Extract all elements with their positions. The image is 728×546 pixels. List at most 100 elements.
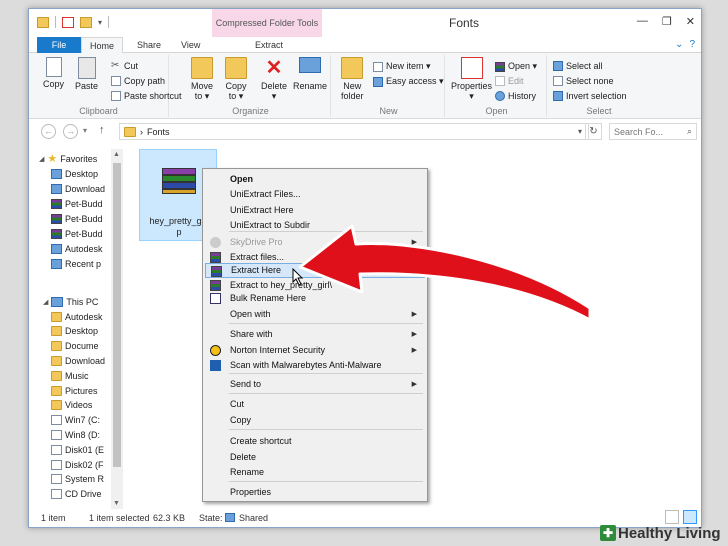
new-item-button[interactable]: New item ▾	[373, 61, 431, 72]
nav-pc-item[interactable]: System R	[51, 472, 104, 487]
maximize-button[interactable]: ❐	[662, 15, 672, 28]
nav-scrollbar[interactable]: ▲ ▼	[111, 149, 123, 509]
menu-item-norton-internet-security[interactable]: Norton Internet Security ▶	[205, 343, 425, 358]
close-button[interactable]: ✕	[686, 15, 695, 28]
nav-pc-item[interactable]: Win8 (D:	[51, 427, 100, 442]
collapse-icon[interactable]: ◢	[43, 298, 48, 306]
properties-icon[interactable]	[62, 16, 74, 28]
properties-button[interactable]: Properties ▾	[451, 57, 492, 101]
nav-pc-item[interactable]: Disk02 (F	[51, 457, 104, 472]
new-folder-button[interactable]: New folder	[341, 57, 364, 101]
nav-pc-item[interactable]: Music	[51, 368, 89, 383]
compressed-folder-tools-tab: Compressed Folder Tools	[212, 9, 322, 37]
address-dropdown-icon[interactable]: ▾	[578, 127, 582, 136]
menu-item-create-shortcut[interactable]: Create shortcut	[205, 434, 425, 449]
help-icon[interactable]: ?	[689, 39, 695, 50]
history-button[interactable]: History	[495, 91, 536, 101]
open-group: Properties ▾ Open ▾ Edit History Open	[447, 55, 547, 117]
nav-fav-item[interactable]: Recent p	[51, 256, 101, 271]
menu-item-properties[interactable]: Properties	[205, 485, 425, 500]
scroll-thumb[interactable]	[113, 163, 121, 467]
tab-home[interactable]: Home	[81, 37, 124, 54]
forward-button[interactable]: →	[63, 124, 78, 139]
nav-pc-item[interactable]: Disk01 (E	[51, 442, 104, 457]
nav-fav-item[interactable]: Pet-Budd	[51, 196, 103, 211]
nav-fav-item[interactable]: Desktop	[51, 166, 98, 181]
menu-item-open-with[interactable]: Open with ▶	[205, 307, 425, 322]
nav-pc-item[interactable]: Pictures	[51, 383, 98, 398]
customize-qat-icon[interactable]: ▾	[98, 18, 102, 27]
expand-ribbon-icon[interactable]: ⌄	[675, 39, 683, 50]
menu-item-open[interactable]: Open	[205, 172, 425, 187]
menu-item-extract-here[interactable]: Extract Here	[205, 263, 425, 278]
collapse-icon[interactable]: ◢	[39, 155, 44, 163]
up-button[interactable]: ↑	[99, 124, 105, 136]
nav-pc-item[interactable]: Autodesk	[51, 309, 103, 324]
delete-button[interactable]: ✕ Delete ▾	[261, 57, 287, 101]
quick-access-toolbar: ▾	[37, 16, 110, 28]
nav-pc-item[interactable]: Win7 (C:	[51, 413, 100, 428]
menu-item-share-with[interactable]: Share with ▶	[205, 327, 425, 342]
tab-file[interactable]: File	[37, 37, 81, 53]
recent-locations-button[interactable]: ▾	[83, 126, 87, 135]
menu-item-bulk-rename-here[interactable]: Bulk Rename Here	[205, 291, 425, 306]
nav-fav-item[interactable]: Pet-Budd	[51, 211, 103, 226]
nav-fav-item[interactable]: Autodesk	[51, 241, 103, 256]
nav-favorites[interactable]: ◢ ★ Favorites	[39, 151, 97, 166]
nav-pc-item[interactable]: Videos	[51, 398, 92, 413]
menu-item-copy[interactable]: Copy	[205, 413, 425, 428]
copy-button[interactable]: Copy	[43, 57, 64, 89]
tab-view[interactable]: View	[173, 37, 208, 53]
scroll-down-icon[interactable]: ▼	[113, 500, 120, 507]
paste-shortcut-icon	[111, 91, 121, 101]
easy-access-button[interactable]: Easy access ▾	[373, 76, 444, 87]
rar-icon	[210, 280, 221, 291]
nav-pc-item[interactable]: Desktop	[51, 324, 98, 339]
tab-share[interactable]: Share	[129, 37, 169, 53]
new-folder-icon[interactable]	[80, 16, 92, 28]
menu-item-skydrive-pro[interactable]: SkyDrive Pro ▶	[205, 235, 425, 250]
edit-button[interactable]: Edit	[495, 76, 524, 86]
invert-selection-button[interactable]: Invert selection	[553, 91, 627, 101]
folder-icon	[51, 183, 62, 194]
menu-item-uniextract-here[interactable]: UniExtract Here	[205, 203, 425, 218]
folder-icon	[51, 168, 62, 179]
nav-this-pc[interactable]: ◢ This PC	[43, 294, 98, 309]
menu-item-cut[interactable]: Cut	[205, 397, 425, 412]
healthy-living-watermark: ✚ Healthy Living	[600, 520, 728, 546]
search-input[interactable]: Search Fo... ⌕	[609, 123, 697, 140]
minimize-button[interactable]: —	[637, 15, 648, 28]
nav-pc-item[interactable]: Docume	[51, 339, 99, 354]
address-bar[interactable]: › Fonts ▾	[119, 123, 589, 140]
menu-item-uniextract-files[interactable]: UniExtract Files...	[205, 187, 425, 202]
copy-to-button[interactable]: Copy to ▾	[225, 57, 247, 101]
tab-extract[interactable]: Extract	[247, 37, 291, 53]
nav-fav-item[interactable]: Download	[51, 181, 105, 196]
folder-icon	[37, 16, 49, 28]
nav-pc-item[interactable]: Download	[51, 353, 105, 368]
rename-button[interactable]: Rename	[293, 57, 327, 91]
scroll-up-icon[interactable]: ▲	[113, 151, 120, 158]
breadcrumb-fonts[interactable]: Fonts	[147, 127, 170, 137]
select-group-label: Select	[586, 106, 612, 116]
title-bar: ▾ Compressed Folder Tools Fonts — ❐ ✕	[29, 9, 701, 37]
open-button[interactable]: Open ▾	[495, 61, 537, 72]
menu-item-send-to[interactable]: Send to ▶	[205, 377, 425, 392]
back-button[interactable]: ←	[41, 124, 56, 139]
copy-path-button[interactable]: Copy path	[111, 76, 165, 86]
address-row: ← → ▾ ↑ › Fonts ▾ ↻ Search Fo... ⌕	[29, 121, 701, 143]
paste-button[interactable]: Paste	[75, 57, 98, 91]
menu-item-scan-with-malwarebytes-anti-malware[interactable]: Scan with Malwarebytes Anti-Malware	[205, 358, 425, 373]
select-group: Select all Select none Invert selection …	[549, 55, 649, 117]
select-none-button[interactable]: Select none	[553, 76, 614, 86]
window-title: Fonts	[449, 16, 480, 30]
menu-item-rename[interactable]: Rename	[205, 465, 425, 480]
cut-button[interactable]: ✂ Cut	[111, 61, 138, 72]
refresh-button[interactable]: ↻	[585, 123, 602, 140]
nav-fav-item[interactable]: Pet-Budd	[51, 226, 103, 241]
menu-item-delete[interactable]: Delete	[205, 450, 425, 465]
help-area: ⌄ ?	[675, 39, 695, 50]
nav-pc-item[interactable]: CD Drive	[51, 487, 102, 502]
select-all-button[interactable]: Select all	[553, 61, 603, 71]
move-to-button[interactable]: Move to ▾	[191, 57, 213, 101]
